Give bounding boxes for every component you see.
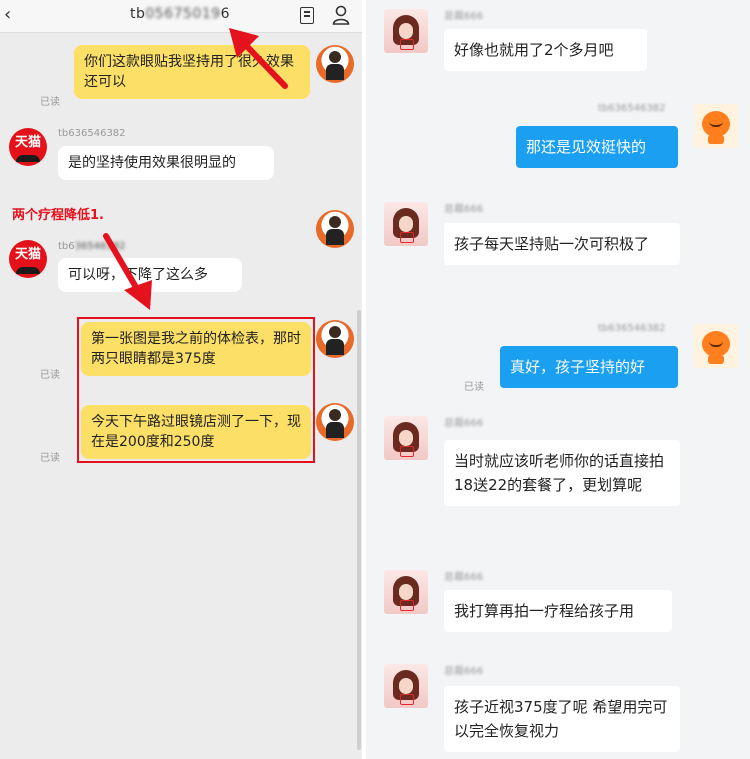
tmall-avatar[interactable]: 天猫: [9, 240, 47, 278]
seller-avatar[interactable]: [316, 210, 354, 248]
seller-avatar[interactable]: [694, 324, 738, 368]
right-chat-panel: 总裁666 好像也就用了2个多月吧 tb636546382 那还是见效挺快的 总…: [366, 0, 750, 759]
seller-avatar[interactable]: [694, 104, 738, 148]
tmall-avatar[interactable]: 天猫: [9, 128, 47, 166]
tmall-label: 天猫: [14, 135, 41, 150]
read-status: 已读: [464, 382, 484, 393]
customer-avatar[interactable]: [384, 570, 428, 614]
read-status: 已读: [40, 97, 60, 108]
customer-nickname: 总裁666: [444, 11, 484, 22]
red-arrow: [229, 28, 288, 89]
customer-nickname: 总裁666: [444, 666, 484, 677]
message-bubble-outgoing[interactable]: 真好，孩子坚持的好: [500, 346, 678, 388]
customer-avatar[interactable]: [384, 664, 428, 708]
chat-title: tb056750196: [130, 6, 231, 22]
customer-avatar[interactable]: [384, 202, 428, 246]
message-bubble-incoming[interactable]: 孩子每天坚持贴一次可积极了: [444, 223, 680, 265]
scrollbar[interactable]: [357, 310, 361, 750]
customer-nickname: 总裁666: [444, 418, 484, 429]
red-arrow: [103, 233, 152, 310]
message-bubble-incoming[interactable]: 是的坚持使用效果很明显的: [58, 146, 274, 180]
message-bubble-incoming[interactable]: 孩子近视375度了呢 希望用完可以完全恢复视力: [444, 686, 680, 752]
tmall-label: 天猫: [14, 247, 41, 262]
customer-nickname: 总裁666: [444, 204, 484, 215]
annotation-text: 两个疗程降低1.: [12, 208, 104, 223]
left-chat-panel: ‹ tb056750196 你们这款眼贴我坚持用了很久效果还可以 已读 天猫 t…: [0, 0, 362, 759]
message-bubble-incoming[interactable]: 当时就应该听老师你的话直接拍18送22的套餐了，更划算呢: [444, 440, 680, 506]
read-status: 已读: [40, 370, 60, 381]
sender-nickname: tb636546382: [58, 128, 126, 139]
chat-header: ‹ tb056750196: [0, 0, 362, 33]
customer-avatar[interactable]: [384, 416, 428, 460]
seller-avatar[interactable]: [316, 403, 354, 441]
person-icon[interactable]: [332, 5, 350, 25]
read-status: 已读: [40, 453, 60, 464]
customer-nickname: 总裁666: [444, 572, 484, 583]
message-bubble-outgoing[interactable]: 那还是见效挺快的: [516, 126, 678, 168]
seller-nickname: tb636546382: [598, 103, 666, 114]
highlight-box: [77, 317, 315, 463]
seller-avatar[interactable]: [316, 320, 354, 358]
message-bubble-incoming[interactable]: 好像也就用了2个多月吧: [444, 29, 647, 71]
seller-nickname: tb636546382: [598, 323, 666, 334]
seller-avatar[interactable]: [316, 45, 354, 83]
document-icon[interactable]: [300, 7, 314, 24]
customer-avatar[interactable]: [384, 9, 428, 53]
message-bubble-incoming[interactable]: 我打算再拍一疗程给孩子用: [444, 590, 672, 632]
back-icon[interactable]: ‹: [4, 4, 11, 25]
